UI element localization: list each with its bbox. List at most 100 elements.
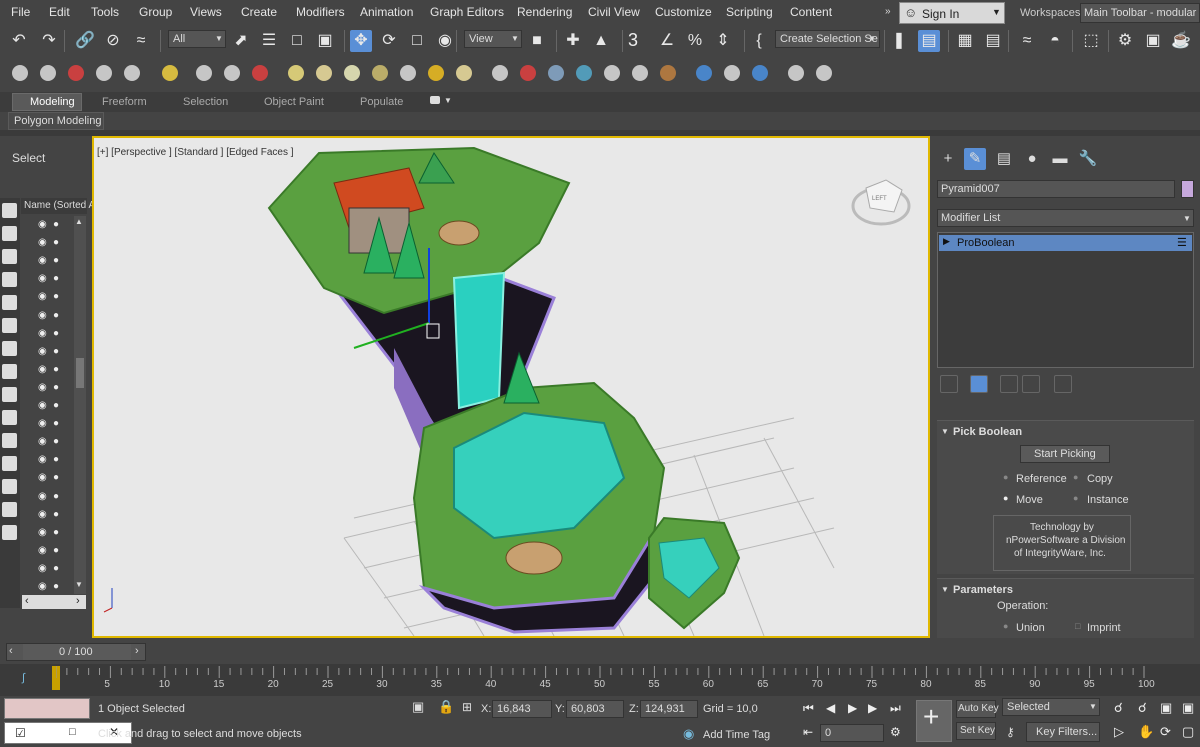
align-icon[interactable]: ▤ <box>918 30 940 52</box>
curve-editor-icon[interactable]: ≈ <box>1016 30 1038 52</box>
rendered-frame-icon[interactable]: ▣ <box>1142 30 1164 52</box>
time-slider-thumb[interactable]: 0 / 100 <box>23 644 131 660</box>
freeze-icon[interactable]: ● <box>53 491 59 502</box>
workspace-dropdown[interactable]: Main Toolbar - modular <box>1080 3 1200 23</box>
image-icon[interactable] <box>68 65 84 81</box>
rotate-icon[interactable]: ⟳ <box>378 30 400 52</box>
select-object-icon[interactable]: ⬈ <box>230 30 252 52</box>
explorer-row[interactable]: ◉ ● <box>22 327 72 343</box>
ribbon-subpanel[interactable]: Polygon Modeling <box>8 112 104 130</box>
link-icon[interactable]: 🔗 <box>74 30 96 52</box>
freeze-icon[interactable]: ● <box>53 472 59 483</box>
render-region-icon[interactable] <box>752 65 768 81</box>
explorer-row[interactable]: ◉ ● <box>22 309 72 325</box>
geometry-filter-icon[interactable] <box>2 226 17 241</box>
mirror-icon[interactable]: ❚ <box>888 30 910 52</box>
edit-named-sets-icon[interactable]: { <box>748 30 770 52</box>
explorer-row[interactable]: ◉ ● <box>22 435 72 451</box>
particles-icon[interactable] <box>492 65 508 81</box>
render-frame-icon[interactable] <box>724 65 740 81</box>
explorer-row[interactable]: ◉ ● <box>22 544 72 560</box>
modifier-stack[interactable]: ▶ ProBoolean ☰ <box>937 232 1194 368</box>
freeze-icon[interactable]: ● <box>53 581 59 592</box>
radio-instance[interactable]: ● <box>1073 493 1078 503</box>
eye-icon[interactable]: ◉ <box>38 527 47 538</box>
spacewarp-filter-icon[interactable] <box>2 318 17 333</box>
angle-snap-icon[interactable]: ∠ <box>656 30 678 52</box>
eye-icon[interactable]: ◉ <box>38 364 47 375</box>
explorer-scrollbar[interactable]: ▲ ▼ <box>74 216 86 594</box>
object-name-field[interactable]: Pyramid007 <box>937 180 1175 198</box>
grid-icon[interactable] <box>124 65 140 81</box>
menu-tools[interactable]: Tools <box>91 5 119 19</box>
viewcube-label[interactable]: LEFT <box>872 196 887 202</box>
menu-modifiers[interactable]: Modifiers <box>296 5 345 19</box>
pan-icon[interactable]: ✋ <box>1138 724 1154 740</box>
freeze-icon[interactable]: ● <box>53 364 59 375</box>
play-icon[interactable]: ▶ <box>848 701 857 715</box>
eye-icon[interactable]: ◉ <box>38 472 47 483</box>
eye-icon[interactable]: ◉ <box>38 454 47 465</box>
explorer-header[interactable]: Name (Sorted A <box>21 198 95 214</box>
eye-icon[interactable]: ◉ <box>38 346 47 357</box>
signin-dropdown[interactable]: ☺ Sign In ▼ <box>899 2 1005 24</box>
add-time-tag[interactable]: Add Time Tag <box>703 729 770 741</box>
motion-tab-icon[interactable]: ● <box>1021 148 1043 170</box>
bone-filter-icon[interactable] <box>2 387 17 402</box>
create-selection-set-dropdown[interactable]: Create Selection Se ▼ <box>775 30 880 48</box>
menu-animation[interactable]: Animation <box>360 5 413 19</box>
freeze-icon[interactable]: ● <box>53 418 59 429</box>
freeze-icon[interactable]: ● <box>53 328 59 339</box>
container-icon[interactable] <box>2 479 17 494</box>
render-setup-icon[interactable]: ⚙ <box>1114 30 1136 52</box>
sun-icon[interactable] <box>428 65 444 81</box>
freeze-icon[interactable]: ● <box>53 346 59 357</box>
explorer-row[interactable]: ◉ ● <box>22 236 72 252</box>
menu-group[interactable]: Group <box>139 5 172 19</box>
display-all-icon[interactable] <box>2 203 17 218</box>
explorer-row[interactable]: ◉ ● <box>22 254 72 270</box>
xref-filter-icon[interactable] <box>2 364 17 379</box>
explorer-row[interactable]: ◉ ● <box>22 290 72 306</box>
absolute-mode-icon[interactable]: ⊞ <box>462 700 472 714</box>
script-icon[interactable] <box>788 65 804 81</box>
scale-icon[interactable]: □ <box>406 30 428 52</box>
eye-icon[interactable]: ◉ <box>38 400 47 411</box>
group-filter-icon[interactable] <box>2 341 17 356</box>
eye-icon[interactable]: ◉ <box>38 255 47 266</box>
eye-icon[interactable]: ◉ <box>38 418 47 429</box>
radio-reference[interactable]: ● <box>1003 472 1008 482</box>
lock-icon[interactable]: 🔒 <box>438 699 454 715</box>
camera-icon[interactable] <box>196 65 212 81</box>
hf-icon[interactable] <box>632 65 648 81</box>
utilities-tab-icon[interactable]: 🔧 <box>1077 148 1099 170</box>
collapse-icon[interactable]: ▼ <box>941 427 949 436</box>
menu-overflow-icon[interactable]: » <box>885 6 891 17</box>
pin-stack-icon[interactable] <box>940 375 958 393</box>
start-picking-button[interactable]: Start Picking <box>1020 445 1110 463</box>
ribbon-tab-freeform[interactable]: Freeform <box>102 96 147 108</box>
freeze-icon[interactable]: ● <box>53 310 59 321</box>
viewport[interactable]: [+] [Perspective ] [Standard ] [Edged Fa… <box>92 136 930 638</box>
stack-item-proboolean[interactable]: ▶ ProBoolean ☰ <box>939 235 1192 251</box>
eye-icon[interactable]: ◉ <box>38 563 47 574</box>
zoom-all-icon[interactable]: ☌ <box>1138 700 1147 716</box>
explorer-row[interactable]: ◉ ● <box>22 562 72 578</box>
eye-icon[interactable]: ◉ <box>38 509 47 520</box>
square-icon[interactable]: □ <box>69 726 76 738</box>
configure-modifier-sets-icon[interactable] <box>1054 375 1072 393</box>
curve-editor-icon[interactable]: ∫ <box>22 672 25 684</box>
bind-spacewarp-icon[interactable]: ≈ <box>130 30 152 52</box>
ribbon-toggle-icon[interactable]: ▤ <box>982 30 1004 52</box>
eye-icon[interactable]: ◉ <box>38 310 47 321</box>
collapse-icon[interactable]: ▼ <box>941 585 949 594</box>
freeze-icon[interactable]: ● <box>53 400 59 411</box>
window-crossing-icon[interactable]: ▣ <box>314 30 336 52</box>
chevron-down-icon[interactable]: ▼ <box>75 580 83 589</box>
go-to-end-icon[interactable]: ⏭ <box>890 701 901 716</box>
percent-snap-icon[interactable]: % <box>684 30 706 52</box>
zoom-icon[interactable]: ☌ <box>1114 700 1123 716</box>
explorer-row[interactable]: ◉ ● <box>22 381 72 397</box>
select-by-name-icon[interactable]: ☰ <box>258 30 280 52</box>
help-icon[interactable] <box>816 65 832 81</box>
